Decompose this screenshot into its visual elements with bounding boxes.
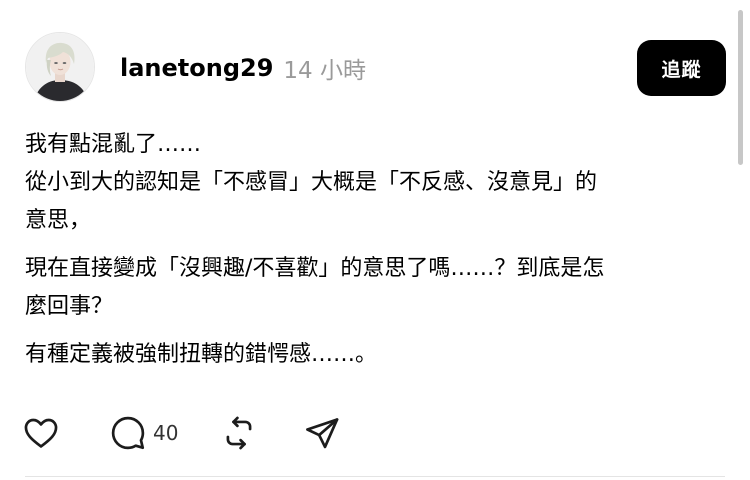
scrollbar[interactable] [738, 10, 743, 165]
repost-icon [227, 416, 252, 450]
post-paragraph: 有種定義被強制扭轉的錯愕感……。 [25, 336, 725, 374]
post-paragraph: 現在直接變成「沒興趣/不喜歡」的意思了嗎……？到底是怎 麼回事？ [25, 250, 725, 326]
comment-icon [111, 416, 145, 450]
threads-post: lanetong29 14 小時 追蹤 我有點混亂了…… 從小到大的認知是「不感… [0, 0, 750, 480]
post-line: 從小到大的認知是「不感冒」大概是「不反感、沒意見」的 [25, 170, 598, 195]
post-line: 意思， [25, 208, 92, 233]
follow-button[interactable]: 追蹤 [637, 40, 726, 96]
avatar[interactable] [25, 32, 95, 102]
like-button[interactable] [22, 414, 60, 452]
post-body: 我有點混亂了…… 從小到大的認知是「不感冒」大概是「不反感、沒意見」的 意思， … [25, 126, 725, 374]
reply-count: 40 [153, 421, 179, 445]
reply-button[interactable]: 40 [109, 414, 220, 452]
send-icon [306, 418, 339, 449]
heart-icon [24, 418, 58, 448]
post-paragraph: 我有點混亂了…… 從小到大的認知是「不感冒」大概是「不反感、沒意見」的 意思， [25, 126, 725, 240]
post-line: 麼回事？ [25, 294, 114, 319]
avatar-portrait [26, 33, 94, 101]
post-line: 有種定義被強制扭轉的錯愕感……。 [25, 342, 378, 367]
post-line: 現在直接變成「沒興趣/不喜歡」的意思了嗎……？到底是怎 [25, 256, 605, 281]
post-time: 14 小時 [283, 58, 366, 84]
share-button[interactable] [303, 414, 341, 452]
repost-button[interactable] [220, 414, 258, 452]
post-line: 我有點混亂了…… [25, 132, 202, 157]
username[interactable]: lanetong29 [120, 54, 273, 82]
post-header: lanetong29 14 小時 [120, 50, 366, 86]
post-actions: 40 [22, 413, 341, 453]
post-divider [25, 476, 725, 477]
